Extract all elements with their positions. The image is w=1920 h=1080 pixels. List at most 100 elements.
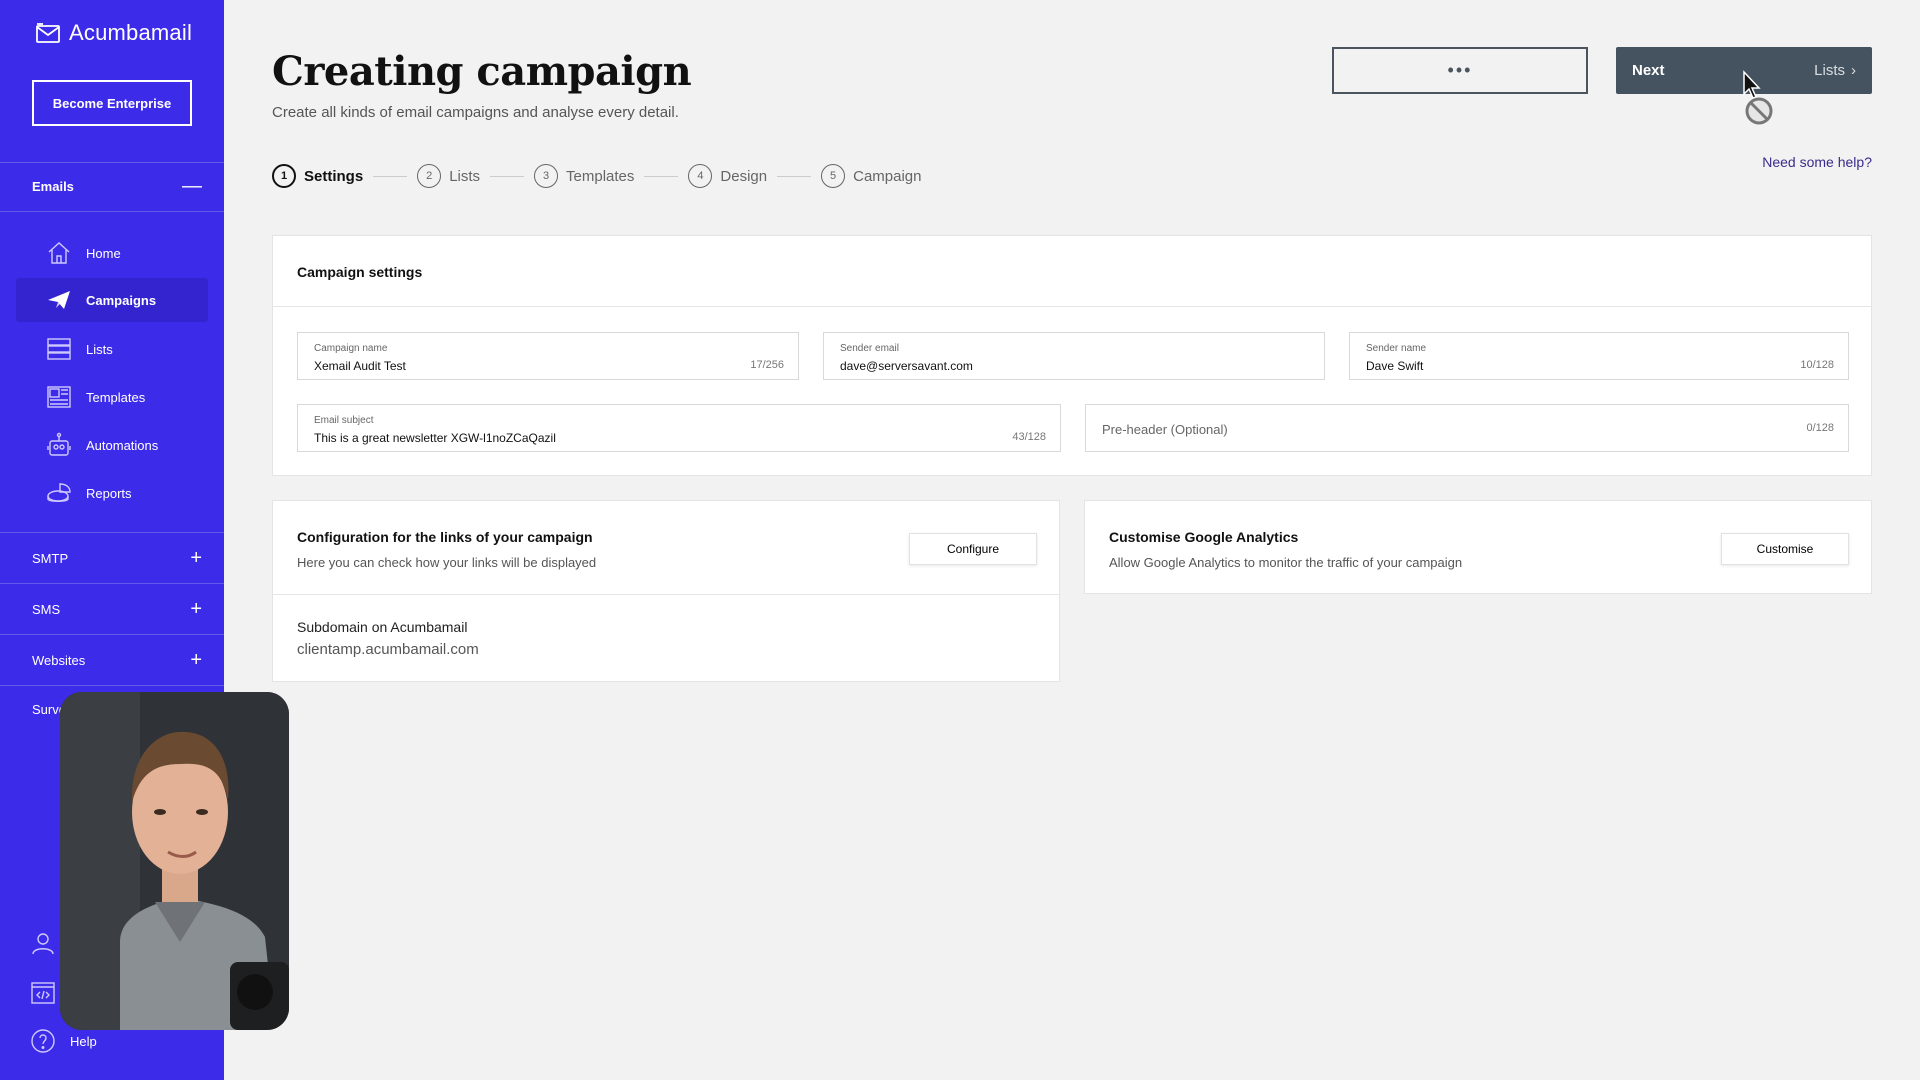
not-allowed-icon xyxy=(1745,97,1773,125)
card-title: Customise Google Analytics xyxy=(1109,529,1299,545)
paper-plane-icon xyxy=(46,287,72,313)
sidebar-section-label: SMTP xyxy=(32,550,69,566)
configure-button[interactable]: Configure xyxy=(909,533,1037,565)
preheader-field[interactable]: Pre-header (Optional) 0/128 xyxy=(1085,404,1849,452)
customise-button[interactable]: Customise xyxy=(1721,533,1849,565)
google-analytics-card: Customise Google Analytics Allow Google … xyxy=(1084,500,1872,594)
field-placeholder: Pre-header (Optional) xyxy=(1102,422,1228,437)
become-enterprise-button[interactable]: Become Enterprise xyxy=(32,80,192,126)
step-campaign[interactable]: 5 Campaign xyxy=(821,164,921,188)
field-label: Campaign name xyxy=(314,343,388,354)
page-title: Creating campaign xyxy=(272,48,692,95)
card-divider xyxy=(273,594,1059,595)
sidebar-divider xyxy=(0,634,224,635)
field-value: This is a great newsletter XGW-l1noZCaQa… xyxy=(314,431,556,445)
sidebar-item-label: Automations xyxy=(86,437,159,453)
field-label: Sender name xyxy=(1366,343,1427,354)
sidebar-section-sms[interactable]: SMS + xyxy=(32,599,202,619)
collapse-icon[interactable]: — xyxy=(182,176,202,196)
field-value: Dave Swift xyxy=(1366,359,1424,373)
pie-chart-icon xyxy=(46,480,72,506)
sidebar-divider xyxy=(0,162,224,163)
step-lists[interactable]: 2 Lists xyxy=(417,164,480,188)
home-icon xyxy=(46,240,72,266)
sidebar-help[interactable]: Help xyxy=(30,1028,97,1054)
char-counter: 10/128 xyxy=(1800,359,1834,371)
step-number: 3 xyxy=(534,164,559,188)
sidebar-section-label: SMS xyxy=(32,601,61,617)
code-window-icon[interactable] xyxy=(30,980,56,1006)
sidebar-item-reports[interactable]: Reports xyxy=(16,471,208,515)
list-icon xyxy=(46,336,72,362)
card-description: Allow Google Analytics to monitor the tr… xyxy=(1109,555,1463,570)
links-config-card: Configuration for the links of your camp… xyxy=(272,500,1060,682)
expand-icon[interactable]: + xyxy=(190,548,202,568)
sidebar-section-websites[interactable]: Websites + xyxy=(32,650,202,670)
help-label: Help xyxy=(70,1033,97,1049)
sidebar-section-smtp[interactable]: SMTP + xyxy=(32,548,202,568)
sender-email-field[interactable]: Sender email dave@serversavant.com xyxy=(823,332,1325,380)
expand-icon[interactable]: + xyxy=(190,599,202,619)
sidebar-item-label: Campaigns xyxy=(86,292,157,308)
robot-icon xyxy=(46,432,72,458)
sidebar-divider xyxy=(0,583,224,584)
step-label: Settings xyxy=(304,167,364,185)
sidebar-item-home[interactable]: Home xyxy=(16,231,208,275)
subdomain-label: Subdomain on Acumbamail xyxy=(297,619,468,635)
app-name: Acumbamail xyxy=(69,20,193,45)
next-target-label: Lists xyxy=(1814,62,1845,79)
email-subject-field[interactable]: Email subject This is a great newsletter… xyxy=(297,404,1061,452)
field-value: dave@serversavant.com xyxy=(840,359,973,373)
sidebar-item-lists[interactable]: Lists xyxy=(16,327,208,371)
step-label: Templates xyxy=(566,167,635,185)
app-logo[interactable]: Acumbamail xyxy=(35,20,192,46)
next-label: Next xyxy=(1632,62,1665,79)
campaign-stepper: 1 Settings 2 Lists 3 Templates 4 Design … xyxy=(272,164,921,188)
expand-icon[interactable]: + xyxy=(190,650,202,670)
step-connector xyxy=(777,175,812,177)
subdomain-value: clientamp.acumbamail.com xyxy=(297,641,479,658)
need-help-link[interactable]: Need some help? xyxy=(1762,154,1872,170)
step-templates[interactable]: 3 Templates xyxy=(534,164,634,188)
sidebar-item-label: Lists xyxy=(86,341,113,357)
step-label: Lists xyxy=(449,167,481,185)
page-subtitle: Create all kinds of email campaigns and … xyxy=(272,104,679,121)
sidebar-item-templates[interactable]: Templates xyxy=(16,375,208,419)
main-content: Creating campaign Create all kinds of em… xyxy=(224,0,1920,1080)
help-icon xyxy=(31,1029,55,1053)
sidebar-section-label: Websites xyxy=(32,652,86,668)
sidebar-section-label: Emails xyxy=(32,178,74,194)
chevron-right-icon: › xyxy=(1851,62,1856,79)
mail-icon xyxy=(36,23,60,43)
card-title: Campaign settings xyxy=(297,264,423,280)
user-icon[interactable] xyxy=(30,930,56,956)
field-label: Email subject xyxy=(314,415,374,426)
webcam-video-overlay xyxy=(60,692,289,1030)
step-label: Design xyxy=(720,167,768,185)
campaign-settings-card: Campaign settings Campaign name Xemail A… xyxy=(272,235,1872,476)
sender-name-field[interactable]: Sender name Dave Swift 10/128 xyxy=(1349,332,1849,380)
sidebar-divider xyxy=(0,532,224,533)
step-connector xyxy=(490,175,525,177)
step-number: 5 xyxy=(821,164,846,188)
next-target: Lists › xyxy=(1814,62,1856,79)
card-description: Here you can check how your links will b… xyxy=(297,555,597,570)
sidebar-divider xyxy=(0,211,224,212)
card-title: Configuration for the links of your camp… xyxy=(297,529,593,545)
more-options-button[interactable]: ••• xyxy=(1332,47,1588,94)
step-settings[interactable]: 1 Settings xyxy=(272,164,363,188)
sidebar-item-label: Home xyxy=(86,245,121,261)
char-counter: 43/128 xyxy=(1012,431,1046,443)
sidebar-item-label: Templates xyxy=(86,389,146,405)
campaign-name-field[interactable]: Campaign name Xemail Audit Test 17/256 xyxy=(297,332,799,380)
step-number: 4 xyxy=(688,164,713,188)
step-design[interactable]: 4 Design xyxy=(688,164,767,188)
char-counter: 17/256 xyxy=(750,359,784,371)
sidebar-item-automations[interactable]: Automations xyxy=(16,423,208,467)
sidebar-item-campaigns[interactable]: Campaigns xyxy=(16,278,208,322)
card-divider xyxy=(273,306,1871,307)
sidebar-item-label: Reports xyxy=(86,485,132,501)
presenter-video-frame xyxy=(60,692,289,1030)
step-number: 1 xyxy=(272,164,296,188)
sidebar-section-emails[interactable]: Emails — xyxy=(32,176,202,196)
